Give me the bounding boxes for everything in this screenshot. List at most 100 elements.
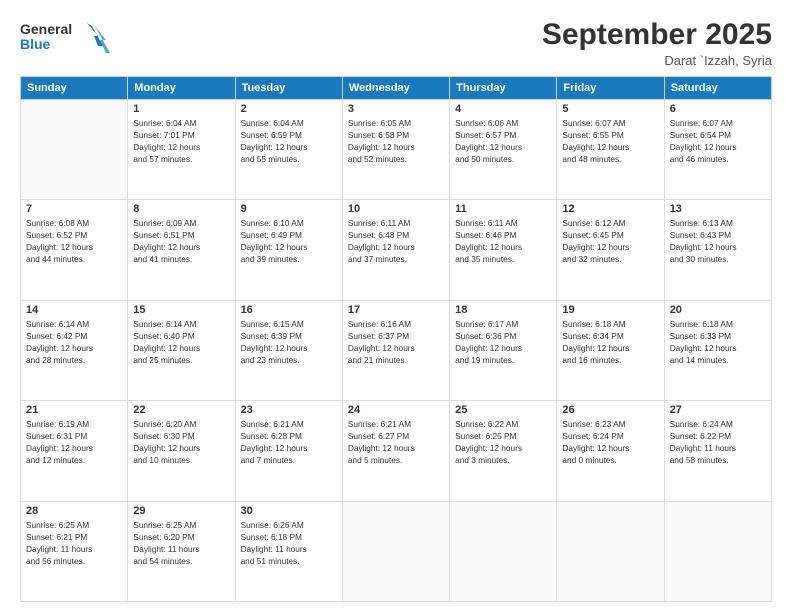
day-number: 27 bbox=[670, 404, 766, 416]
day-number: 4 bbox=[455, 103, 551, 115]
day-number: 2 bbox=[241, 103, 337, 115]
day-info: Sunrise: 6:14 AM Sunset: 6:40 PM Dayligh… bbox=[133, 318, 229, 366]
svg-text:General: General bbox=[20, 21, 72, 37]
calendar-week-4: 21 Sunrise: 6:19 AM Sunset: 6:31 PM Dayli… bbox=[21, 401, 772, 501]
calendar-cell bbox=[557, 501, 664, 601]
day-number: 7 bbox=[26, 203, 122, 215]
day-number: 26 bbox=[562, 404, 658, 416]
calendar-cell: 25 Sunrise: 6:22 AM Sunset: 6:25 PM Dayli… bbox=[450, 401, 557, 501]
calendar-cell: 28 Sunrise: 6:25 AM Sunset: 6:21 PM Dayli… bbox=[21, 501, 128, 601]
calendar-cell: 24 Sunrise: 6:21 AM Sunset: 6:27 PM Dayli… bbox=[342, 401, 449, 501]
day-number: 10 bbox=[348, 203, 444, 215]
svg-text:Blue: Blue bbox=[20, 36, 51, 52]
day-number: 21 bbox=[26, 404, 122, 416]
day-info: Sunrise: 6:18 AM Sunset: 6:34 PM Dayligh… bbox=[562, 318, 658, 366]
day-info: Sunrise: 6:21 AM Sunset: 6:27 PM Dayligh… bbox=[348, 418, 444, 466]
day-info: Sunrise: 6:21 AM Sunset: 6:28 PM Dayligh… bbox=[241, 418, 337, 466]
day-info: Sunrise: 6:06 AM Sunset: 6:57 PM Dayligh… bbox=[455, 117, 551, 165]
calendar-table: SundayMondayTuesdayWednesdayThursdayFrid… bbox=[20, 76, 772, 602]
day-number: 14 bbox=[26, 304, 122, 316]
day-info: Sunrise: 6:07 AM Sunset: 6:54 PM Dayligh… bbox=[670, 117, 766, 165]
calendar-week-3: 14 Sunrise: 6:14 AM Sunset: 6:42 PM Dayli… bbox=[21, 300, 772, 400]
day-number: 11 bbox=[455, 203, 551, 215]
day-info: Sunrise: 6:12 AM Sunset: 6:45 PM Dayligh… bbox=[562, 217, 658, 265]
day-info: Sunrise: 6:08 AM Sunset: 6:52 PM Dayligh… bbox=[26, 217, 122, 265]
day-number: 16 bbox=[241, 304, 337, 316]
day-info: Sunrise: 6:15 AM Sunset: 6:39 PM Dayligh… bbox=[241, 318, 337, 366]
day-info: Sunrise: 6:24 AM Sunset: 6:22 PM Dayligh… bbox=[670, 418, 766, 466]
calendar-cell: 12 Sunrise: 6:12 AM Sunset: 6:45 PM Dayli… bbox=[557, 200, 664, 300]
calendar-cell: 13 Sunrise: 6:13 AM Sunset: 6:43 PM Dayli… bbox=[664, 200, 771, 300]
calendar-cell: 23Sunrise: 6:21 AM Sunset: 6:28 PM Dayli… bbox=[235, 401, 342, 501]
page: General Blue September 2025 Darat `Izzah… bbox=[0, 0, 792, 612]
calendar-cell: 7 Sunrise: 6:08 AM Sunset: 6:52 PM Daylig… bbox=[21, 200, 128, 300]
calendar-cell: 20Sunrise: 6:18 AM Sunset: 6:33 PM Dayli… bbox=[664, 300, 771, 400]
day-number: 13 bbox=[670, 203, 766, 215]
calendar-header-sunday: Sunday bbox=[21, 77, 128, 100]
day-info: Sunrise: 6:18 AM Sunset: 6:33 PM Dayligh… bbox=[670, 318, 766, 366]
day-number: 30 bbox=[241, 505, 337, 517]
calendar-cell: 2 Sunrise: 6:04 AM Sunset: 6:59 PM Daylig… bbox=[235, 100, 342, 200]
day-info: Sunrise: 6:09 AM Sunset: 6:51 PM Dayligh… bbox=[133, 217, 229, 265]
calendar-cell: 27 Sunrise: 6:24 AM Sunset: 6:22 PM Dayli… bbox=[664, 401, 771, 501]
day-info: Sunrise: 6:22 AM Sunset: 6:25 PM Dayligh… bbox=[455, 418, 551, 466]
calendar-cell: 9 Sunrise: 6:10 AM Sunset: 6:49 PM Daylig… bbox=[235, 200, 342, 300]
day-info: Sunrise: 6:11 AM Sunset: 6:46 PM Dayligh… bbox=[455, 217, 551, 265]
day-number: 18 bbox=[455, 304, 551, 316]
day-info: Sunrise: 6:19 AM Sunset: 6:31 PM Dayligh… bbox=[26, 418, 122, 466]
day-number: 12 bbox=[562, 203, 658, 215]
day-number: 9 bbox=[241, 203, 337, 215]
day-number: 5 bbox=[562, 103, 658, 115]
calendar-cell bbox=[450, 501, 557, 601]
day-info: Sunrise: 6:05 AM Sunset: 6:58 PM Dayligh… bbox=[348, 117, 444, 165]
calendar-cell: 11 Sunrise: 6:11 AM Sunset: 6:46 PM Dayli… bbox=[450, 200, 557, 300]
title-block: September 2025 Darat `Izzah, Syria bbox=[542, 18, 772, 68]
calendar-header-friday: Friday bbox=[557, 77, 664, 100]
calendar-header-saturday: Saturday bbox=[664, 77, 771, 100]
day-info: Sunrise: 6:11 AM Sunset: 6:48 PM Dayligh… bbox=[348, 217, 444, 265]
day-info: Sunrise: 6:17 AM Sunset: 6:36 PM Dayligh… bbox=[455, 318, 551, 366]
day-info: Sunrise: 6:04 AM Sunset: 6:59 PM Dayligh… bbox=[241, 117, 337, 165]
calendar-cell: 14 Sunrise: 6:14 AM Sunset: 6:42 PM Dayli… bbox=[21, 300, 128, 400]
calendar-week-2: 7 Sunrise: 6:08 AM Sunset: 6:52 PM Daylig… bbox=[21, 200, 772, 300]
day-info: Sunrise: 6:25 AM Sunset: 6:20 PM Dayligh… bbox=[133, 519, 229, 567]
day-number: 17 bbox=[348, 304, 444, 316]
day-number: 25 bbox=[455, 404, 551, 416]
calendar-cell: 1 Sunrise: 6:04 AM Sunset: 7:01 PM Daylig… bbox=[128, 100, 235, 200]
day-number: 15 bbox=[133, 304, 229, 316]
calendar-cell: 8 Sunrise: 6:09 AM Sunset: 6:51 PM Daylig… bbox=[128, 200, 235, 300]
calendar-cell bbox=[21, 100, 128, 200]
day-number: 1 bbox=[133, 103, 229, 115]
logo-icon: General Blue bbox=[20, 18, 110, 56]
calendar-cell: 19 Sunrise: 6:18 AM Sunset: 6:34 PM Dayli… bbox=[557, 300, 664, 400]
calendar-header-thursday: Thursday bbox=[450, 77, 557, 100]
calendar-cell: 6Sunrise: 6:07 AM Sunset: 6:54 PM Daylig… bbox=[664, 100, 771, 200]
day-info: Sunrise: 6:20 AM Sunset: 6:30 PM Dayligh… bbox=[133, 418, 229, 466]
day-info: Sunrise: 6:25 AM Sunset: 6:21 PM Dayligh… bbox=[26, 519, 122, 567]
day-number: 24 bbox=[348, 404, 444, 416]
day-number: 19 bbox=[562, 304, 658, 316]
calendar-cell bbox=[664, 501, 771, 601]
day-info: Sunrise: 6:04 AM Sunset: 7:01 PM Dayligh… bbox=[133, 117, 229, 165]
day-number: 28 bbox=[26, 505, 122, 517]
month-title: September 2025 bbox=[542, 18, 772, 52]
calendar-header-row: SundayMondayTuesdayWednesdayThursdayFrid… bbox=[21, 77, 772, 100]
location-subtitle: Darat `Izzah, Syria bbox=[542, 53, 772, 68]
calendar-cell: 16 Sunrise: 6:15 AM Sunset: 6:39 PM Dayli… bbox=[235, 300, 342, 400]
calendar-cell: 18 Sunrise: 6:17 AM Sunset: 6:36 PM Dayli… bbox=[450, 300, 557, 400]
calendar-cell: 26 Sunrise: 6:23 AM Sunset: 6:24 PM Dayli… bbox=[557, 401, 664, 501]
calendar-cell: 29 Sunrise: 6:25 AM Sunset: 6:20 PM Dayli… bbox=[128, 501, 235, 601]
day-info: Sunrise: 6:14 AM Sunset: 6:42 PM Dayligh… bbox=[26, 318, 122, 366]
day-info: Sunrise: 6:13 AM Sunset: 6:43 PM Dayligh… bbox=[670, 217, 766, 265]
calendar-cell: 30Sunrise: 6:26 AM Sunset: 6:18 PM Dayli… bbox=[235, 501, 342, 601]
calendar-cell: 3Sunrise: 6:05 AM Sunset: 6:58 PM Daylig… bbox=[342, 100, 449, 200]
day-number: 8 bbox=[133, 203, 229, 215]
calendar-cell: 17Sunrise: 6:16 AM Sunset: 6:37 PM Dayli… bbox=[342, 300, 449, 400]
day-info: Sunrise: 6:10 AM Sunset: 6:49 PM Dayligh… bbox=[241, 217, 337, 265]
calendar-header-monday: Monday bbox=[128, 77, 235, 100]
day-info: Sunrise: 6:23 AM Sunset: 6:24 PM Dayligh… bbox=[562, 418, 658, 466]
day-info: Sunrise: 6:07 AM Sunset: 6:55 PM Dayligh… bbox=[562, 117, 658, 165]
calendar-cell: 10 Sunrise: 6:11 AM Sunset: 6:48 PM Dayli… bbox=[342, 200, 449, 300]
calendar-cell: 5 Sunrise: 6:07 AM Sunset: 6:55 PM Daylig… bbox=[557, 100, 664, 200]
day-number: 29 bbox=[133, 505, 229, 517]
